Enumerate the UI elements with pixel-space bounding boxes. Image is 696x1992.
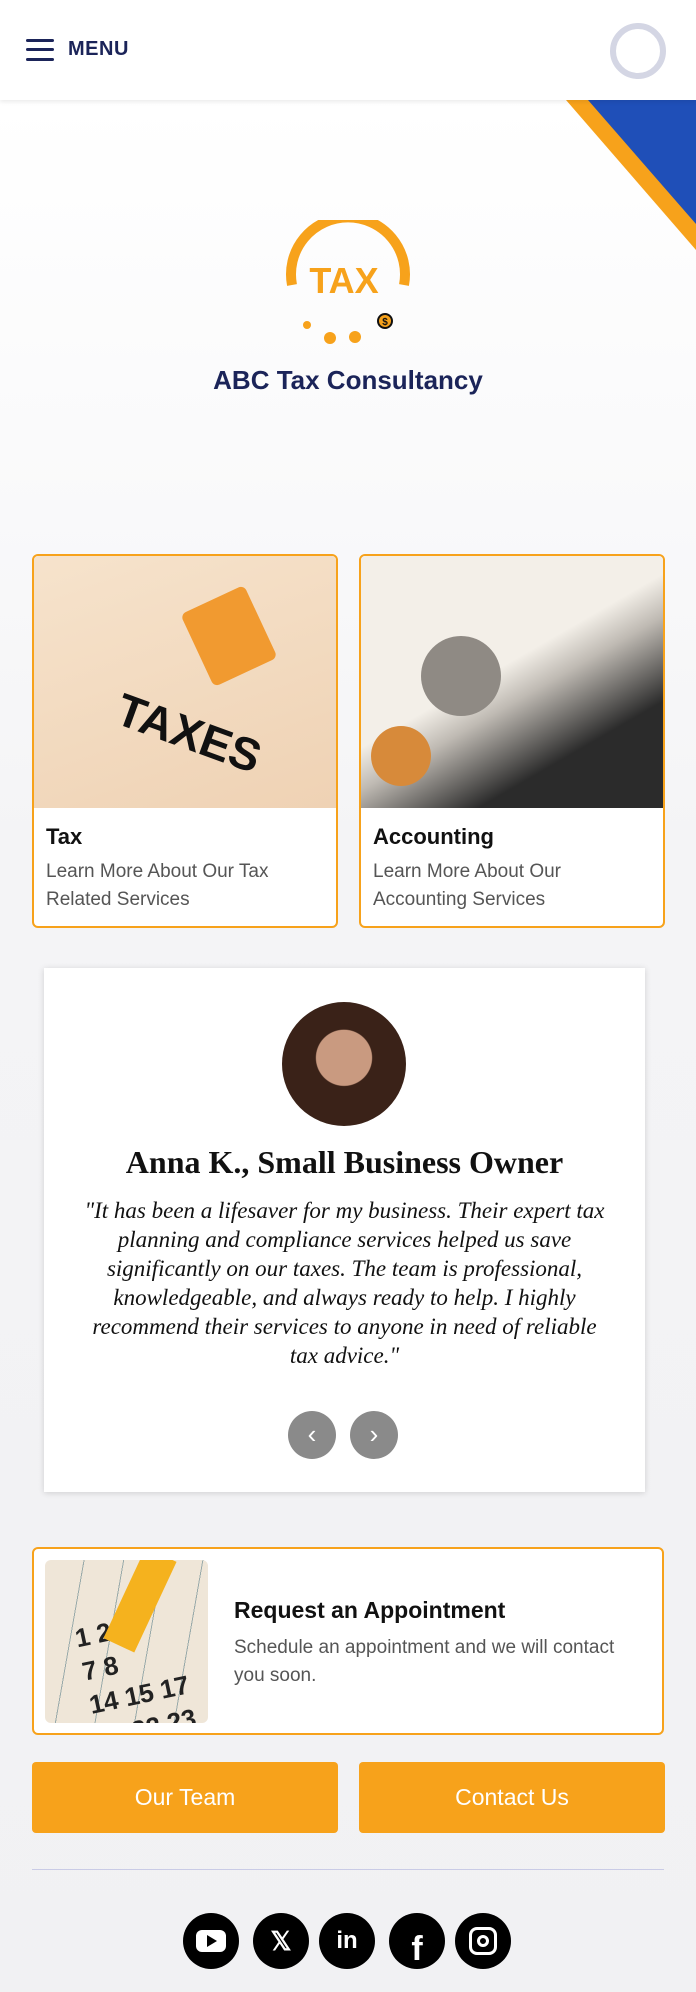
accounting-card[interactable]: Accounting Learn More About Our Accounti…	[359, 554, 665, 928]
testimonial-avatar	[282, 1002, 406, 1126]
chevron-right-icon[interactable]: ›	[350, 1411, 398, 1459]
menu-label: MENU	[68, 38, 129, 60]
x-icon[interactable]: 𝕏	[253, 1913, 309, 1969]
instagram-icon[interactable]	[455, 1913, 511, 1969]
testimonial-name: Anna K., Small Business Owner	[125, 1144, 564, 1180]
card-title: Accounting	[373, 824, 494, 849]
taxes-image: TAXES	[34, 556, 336, 808]
testimonial-quote: "It has been a lifesaver for my business…	[84, 1198, 605, 1368]
card-description: Learn More About Our Accounting Services	[373, 861, 561, 910]
facebook-icon[interactable]: f	[389, 1913, 445, 1969]
linkedin-icon[interactable]: in	[319, 1913, 375, 1969]
company-title: ABC Tax Consultancy	[213, 365, 483, 395]
calendar-image: 1 27 814 15 1721 22 23	[45, 1560, 208, 1723]
corner-decoration	[566, 100, 696, 250]
svg-text:TAX: TAX	[309, 260, 378, 301]
card-description: Learn More About Our Tax Related Service…	[46, 861, 269, 910]
divider	[32, 1869, 664, 1870]
youtube-icon[interactable]	[183, 1913, 239, 1969]
appointment-description: Schedule an appointment and we will cont…	[234, 1637, 615, 1686]
header: MENU	[0, 0, 696, 100]
our-team-button[interactable]: Our Team	[32, 1762, 338, 1833]
svg-text:$: $	[382, 317, 388, 328]
profile-avatar-icon[interactable]	[610, 23, 666, 79]
hamburger-icon	[26, 38, 54, 61]
appointment-card[interactable]: 1 27 814 15 1721 22 23 Request an Appoin…	[32, 1547, 664, 1735]
chevron-left-icon[interactable]: ‹	[288, 1411, 336, 1459]
tax-card[interactable]: TAXES Tax Learn More About Our Tax Relat…	[32, 554, 338, 928]
card-title: Tax	[46, 824, 83, 849]
appointment-title: Request an Appointment	[234, 1597, 506, 1623]
menu-button[interactable]: MENU	[26, 38, 129, 61]
accounting-image	[361, 556, 663, 808]
testimonial-carousel: Anna K., Small Business Owner "It has be…	[44, 968, 645, 1492]
contact-us-button[interactable]: Contact Us	[359, 1762, 665, 1833]
brand-logo: TAX $	[282, 212, 417, 350]
